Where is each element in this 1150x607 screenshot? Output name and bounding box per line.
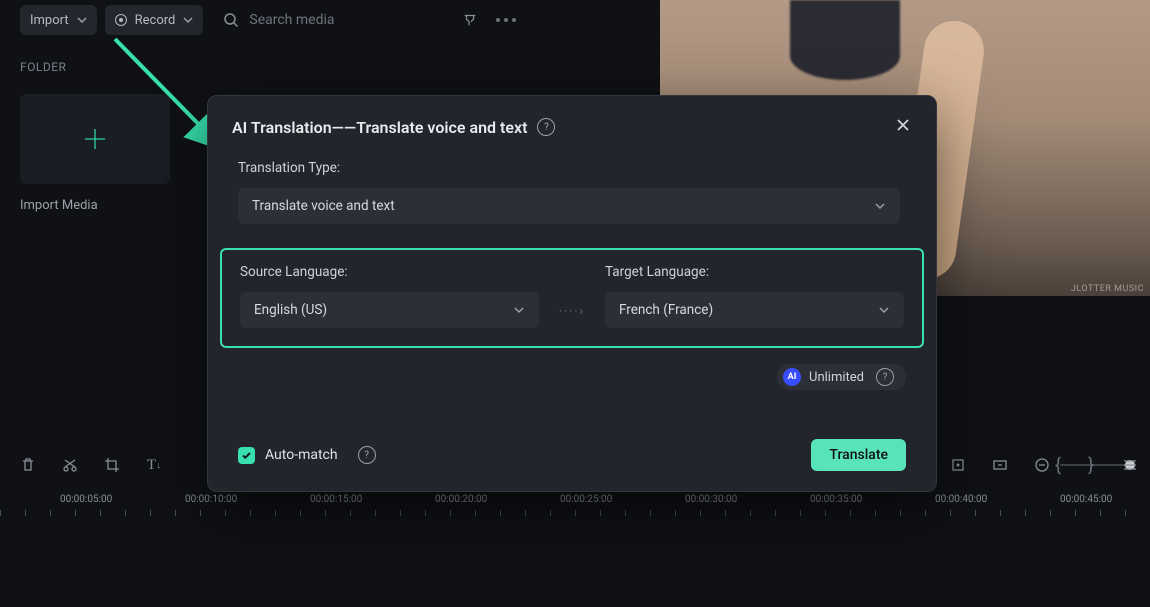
translation-type-value: Translate voice and text xyxy=(252,198,395,214)
text-icon[interactable]: T↓ xyxy=(146,457,162,473)
time-label: 00:00:30:00 xyxy=(685,494,737,505)
target-language-value: French (France) xyxy=(619,302,713,318)
record-label: Record xyxy=(135,13,176,28)
unlimited-badge: AI Unlimited ? xyxy=(777,364,906,390)
trash-icon[interactable] xyxy=(20,457,36,473)
chevron-down-icon xyxy=(874,200,886,212)
automatch-label: Auto-match xyxy=(265,447,338,463)
import-media-label: Import Media xyxy=(20,198,220,213)
time-label: 00:00:45:00 xyxy=(1060,494,1112,505)
help-icon[interactable]: ? xyxy=(358,446,376,464)
zoom-out-icon[interactable] xyxy=(1034,457,1050,473)
language-highlight-box: Source Language: English (US) ····› Targ… xyxy=(220,248,924,348)
more-icon[interactable] xyxy=(496,18,516,22)
import-label: Import xyxy=(30,13,69,28)
filter-icon[interactable] xyxy=(462,12,478,28)
help-icon[interactable]: ? xyxy=(876,368,894,386)
search-icon xyxy=(223,12,239,28)
time-label: 00:00:10:00 xyxy=(185,494,237,505)
time-label: 00:00:25:00 xyxy=(560,494,612,505)
source-language-label: Source Language: xyxy=(240,264,539,280)
fit-icon[interactable] xyxy=(992,457,1008,473)
ai-translation-modal: AI Translation——Translate voice and text… xyxy=(207,95,937,492)
import-button[interactable]: Import xyxy=(20,5,97,35)
time-label: 00:00:15:00 xyxy=(310,494,362,505)
marker-icon[interactable] xyxy=(950,457,966,473)
chevron-down-icon xyxy=(77,15,87,25)
translation-type-label: Translation Type: xyxy=(238,160,906,176)
plus-icon xyxy=(81,125,109,153)
unlimited-label: Unlimited xyxy=(809,370,864,385)
crop-icon[interactable] xyxy=(104,457,120,473)
timeline[interactable]: 00:00:05:00 00:00:10:00 00:00:15:00 00:00:2… xyxy=(0,494,1150,508)
target-language-select[interactable]: French (France) xyxy=(605,292,904,328)
help-icon[interactable]: ? xyxy=(537,118,555,136)
time-label: 00:00:05:00 xyxy=(60,494,112,505)
list-icon[interactable] xyxy=(1122,457,1138,473)
modal-title: AI Translation——Translate voice and text xyxy=(232,118,527,137)
close-icon[interactable] xyxy=(894,116,912,138)
translate-button[interactable]: Translate xyxy=(811,439,906,471)
arrow-right-icon: ····› xyxy=(557,304,587,328)
brace-open-icon[interactable]: { xyxy=(1055,455,1061,476)
automatch-checkbox[interactable] xyxy=(238,447,255,464)
folder-heading: FOLDER xyxy=(20,60,220,74)
preview-watermark: JLOTTER MUSIC xyxy=(1071,284,1144,294)
ai-badge-icon: AI xyxy=(783,368,801,386)
brace-close-icon[interactable]: } xyxy=(1088,455,1094,476)
translation-type-select[interactable]: Translate voice and text xyxy=(238,188,900,224)
chevron-down-icon xyxy=(183,15,193,25)
source-language-select[interactable]: English (US) xyxy=(240,292,539,328)
record-icon xyxy=(115,14,127,26)
search-input[interactable]: Search media xyxy=(223,12,334,28)
time-label: 00:00:20:00 xyxy=(435,494,487,505)
record-button[interactable]: Record xyxy=(105,5,204,35)
chevron-down-icon xyxy=(513,304,525,316)
zoom-slider[interactable] xyxy=(1034,457,1130,473)
source-language-value: English (US) xyxy=(254,302,327,318)
search-placeholder: Search media xyxy=(249,12,334,28)
cut-icon[interactable] xyxy=(62,457,78,473)
time-label: 00:00:40:00 xyxy=(935,494,987,505)
time-label: 00:00:35:00 xyxy=(810,494,862,505)
chevron-down-icon xyxy=(878,304,890,316)
target-language-label: Target Language: xyxy=(605,264,904,280)
import-media-tile[interactable] xyxy=(20,94,170,184)
zoom-track[interactable] xyxy=(1060,464,1130,466)
